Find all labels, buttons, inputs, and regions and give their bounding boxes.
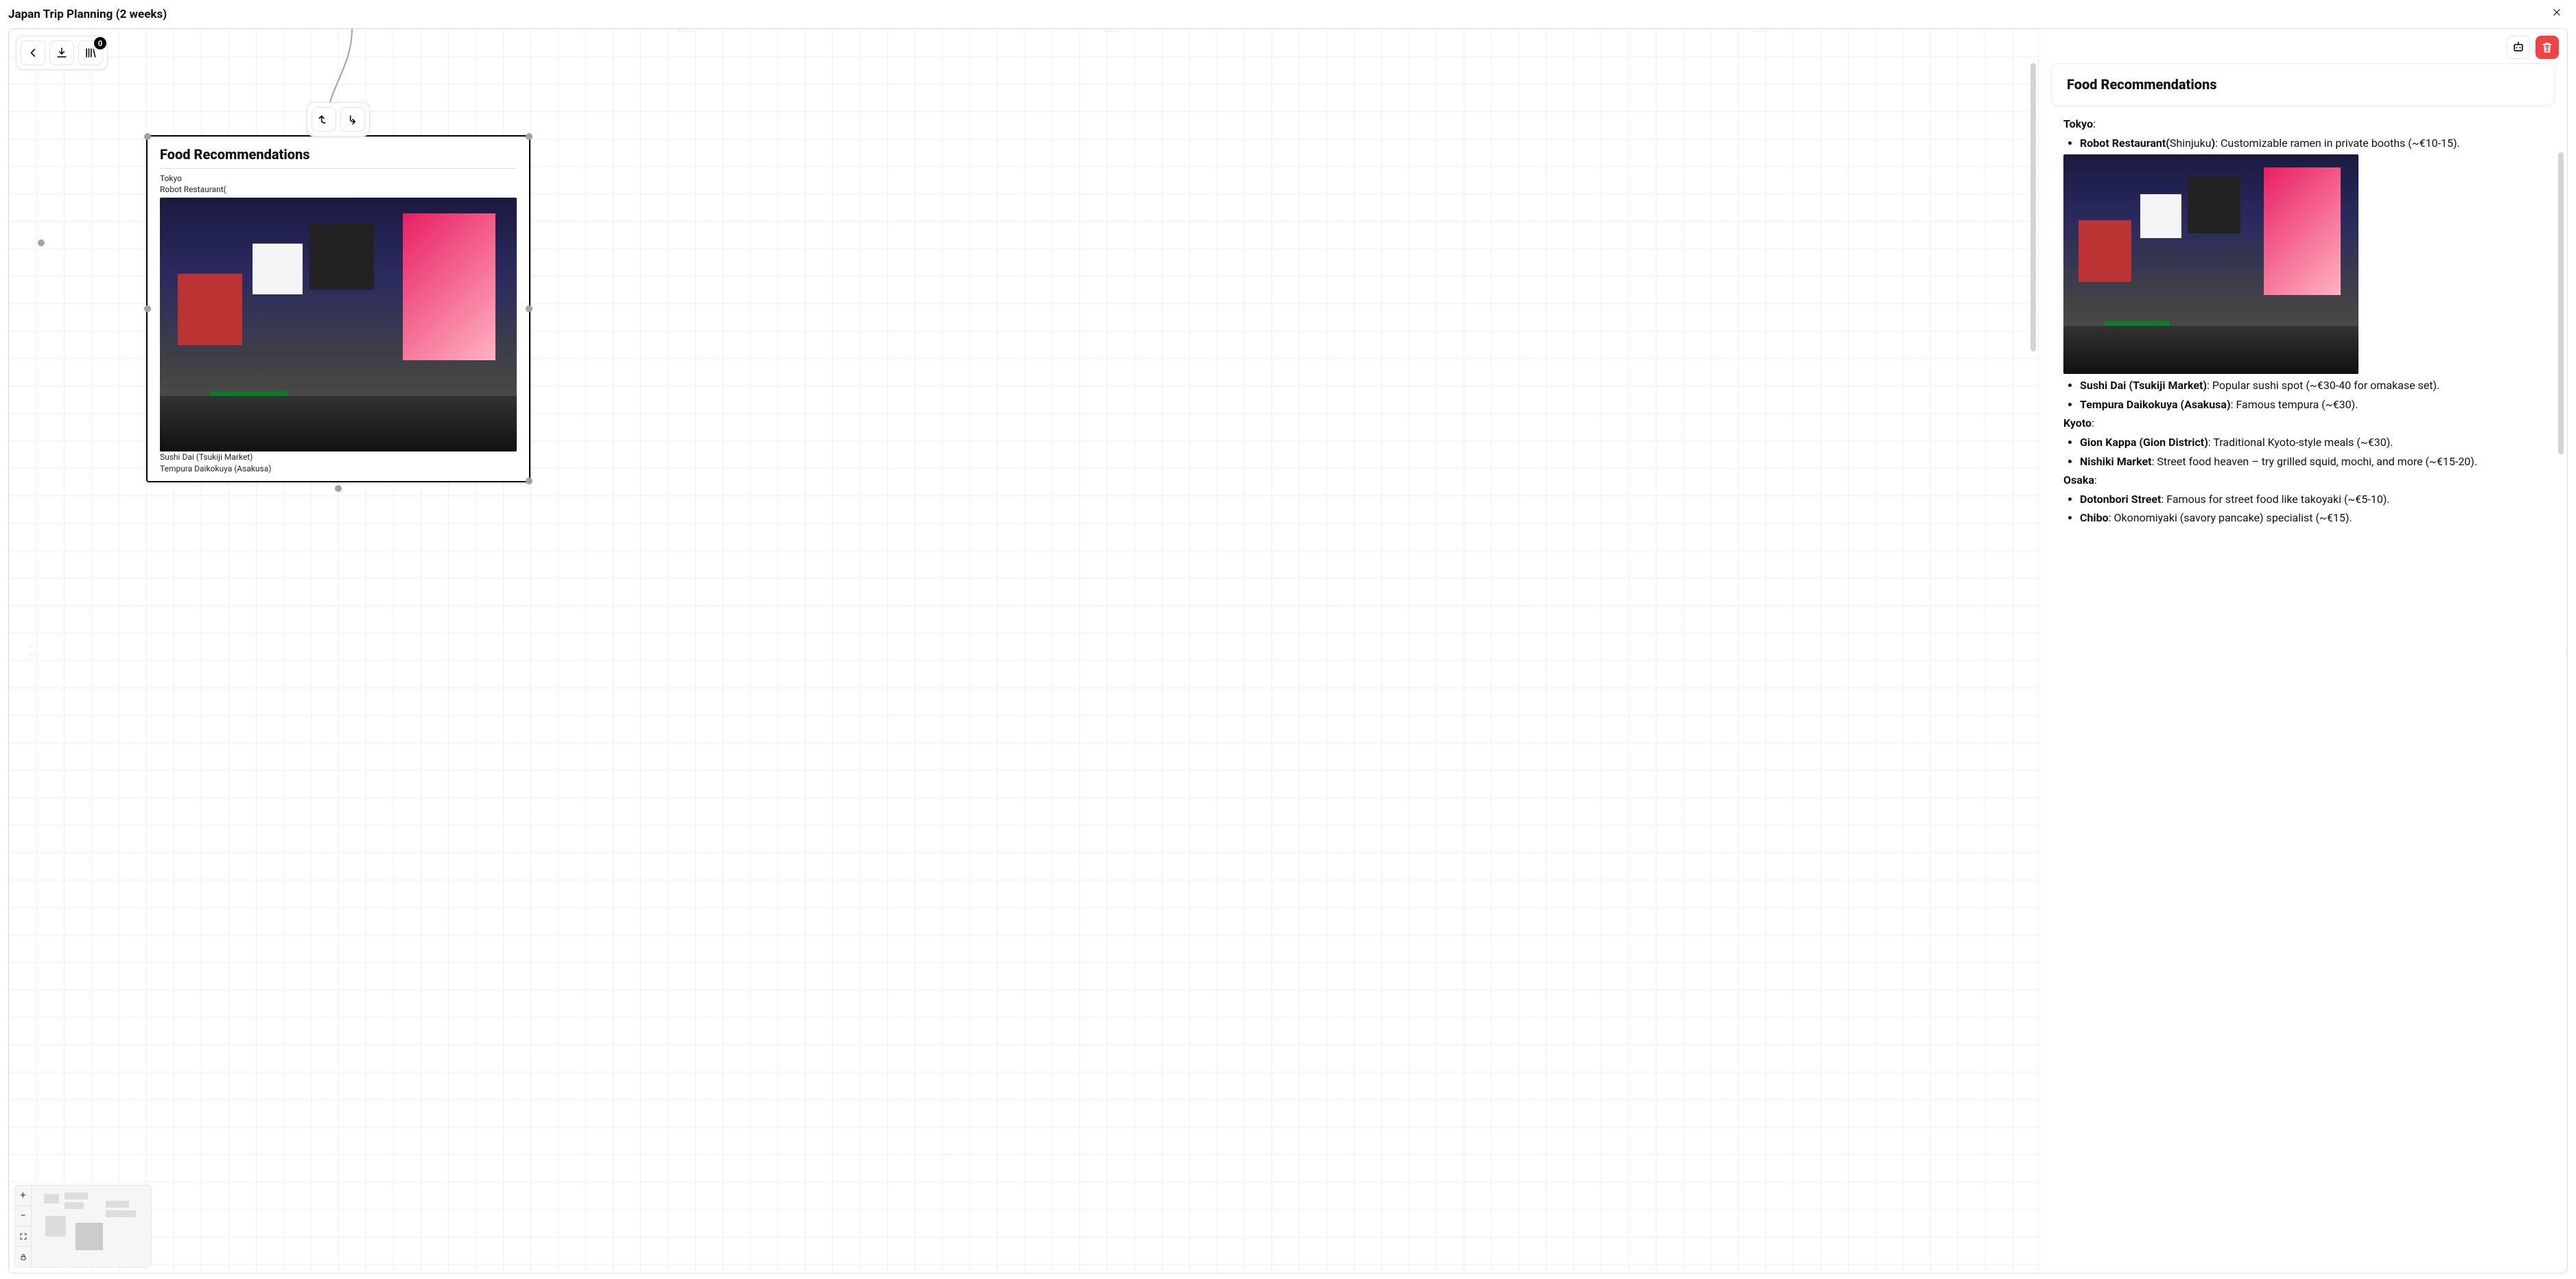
panel-drag-handle[interactable]: ⋯⋯ <box>679 29 695 35</box>
zoom-out-button[interactable]: − <box>15 1206 31 1226</box>
city-heading-kyoto: Kyoto <box>2063 416 2092 430</box>
back-button[interactable] <box>21 40 45 65</box>
move-down-right-button[interactable] <box>340 107 365 132</box>
node-text-line: Tokyo <box>160 173 517 184</box>
zoom-in-button[interactable]: + <box>15 1186 31 1206</box>
canvas-node-food-recommendations[interactable]: Food Recommendations Tokyo Robot Restaur… <box>146 135 530 482</box>
node-text-line: Tempura Daikokuya (Asakusa) <box>160 463 517 474</box>
list-item: Gion Kappa (Gion District): Traditional … <box>2080 434 2542 451</box>
detail-body[interactable]: Tokyo: Robot Restaurant(Shinjuku): Custo… <box>2039 115 2567 1273</box>
detail-panel: ⋮ Food Recommendations Tokyo: Robot Rest… <box>2039 29 2567 1273</box>
panel-drag-handle-left[interactable]: ⋮⋮ <box>27 643 35 659</box>
list-item: Tempura Daikokuya (Asakusa): Famous temp… <box>2080 396 2542 414</box>
node-title: Food Recommendations <box>160 146 517 169</box>
lock-button[interactable] <box>15 1246 31 1267</box>
node-toolbar <box>307 102 370 137</box>
close-icon[interactable] <box>2549 4 2565 24</box>
ai-assist-button[interactable] <box>2507 36 2530 59</box>
page-title: Japan Trip Planning (2 weeks) <box>8 8 167 21</box>
resize-handle[interactable] <box>526 478 532 484</box>
move-up-left-button[interactable] <box>312 107 336 132</box>
resize-handle[interactable] <box>526 133 532 140</box>
minimap[interactable]: + − <box>14 1185 152 1267</box>
city-heading-osaka: Osaka <box>2063 473 2094 486</box>
panel-drag-handle[interactable]: ⋯⋯ <box>1105 29 1121 35</box>
list-item: Robot Restaurant(Shinjuku): Customizable… <box>2080 134 2542 152</box>
node-text-line: Robot Restaurant( <box>160 184 517 195</box>
list-item: Nishiki Market: Street food heaven – try… <box>2080 453 2542 471</box>
list-item: Sushi Dai (Tsukiji Market): Popular sush… <box>2080 377 2542 395</box>
resize-handle[interactable] <box>144 133 151 140</box>
resize-handle[interactable] <box>526 305 532 312</box>
delete-button[interactable] <box>2536 36 2559 59</box>
list-item: Dotonbori Street: Famous for street food… <box>2080 491 2542 508</box>
canvas[interactable]: ⋮⋮ ⋯⋯ ⋯⋯ ⋯⋯ 0 <box>9 29 2039 1273</box>
detail-title: Food Recommendations <box>2067 76 2539 93</box>
resize-handle[interactable] <box>335 485 342 492</box>
library-badge: 0 <box>94 37 106 49</box>
split-drag-handle[interactable]: ⋮ <box>2564 637 2568 665</box>
node-image <box>160 198 517 451</box>
library-button[interactable]: 0 <box>78 40 103 65</box>
fit-view-button[interactable] <box>15 1226 31 1247</box>
detail-image <box>2063 154 2358 374</box>
resize-handle[interactable] <box>144 305 151 312</box>
detail-title-card: Food Recommendations <box>2051 63 2555 106</box>
download-button[interactable] <box>49 40 74 65</box>
canvas-toolbar: 0 <box>16 36 108 70</box>
city-heading-tokyo: Tokyo <box>2063 117 2093 130</box>
detail-scrollbar[interactable] <box>2557 152 2564 1266</box>
canvas-scrollbar[interactable] <box>2028 56 2038 1273</box>
list-item: Chibo: Okonomiyaki (savory pancake) spec… <box>2080 509 2542 527</box>
node-text-line: Sushi Dai (Tsukiji Market) <box>160 451 517 462</box>
resize-handle[interactable] <box>38 239 45 246</box>
panel-drag-handle[interactable]: ⋯⋯ <box>1754 29 1770 35</box>
